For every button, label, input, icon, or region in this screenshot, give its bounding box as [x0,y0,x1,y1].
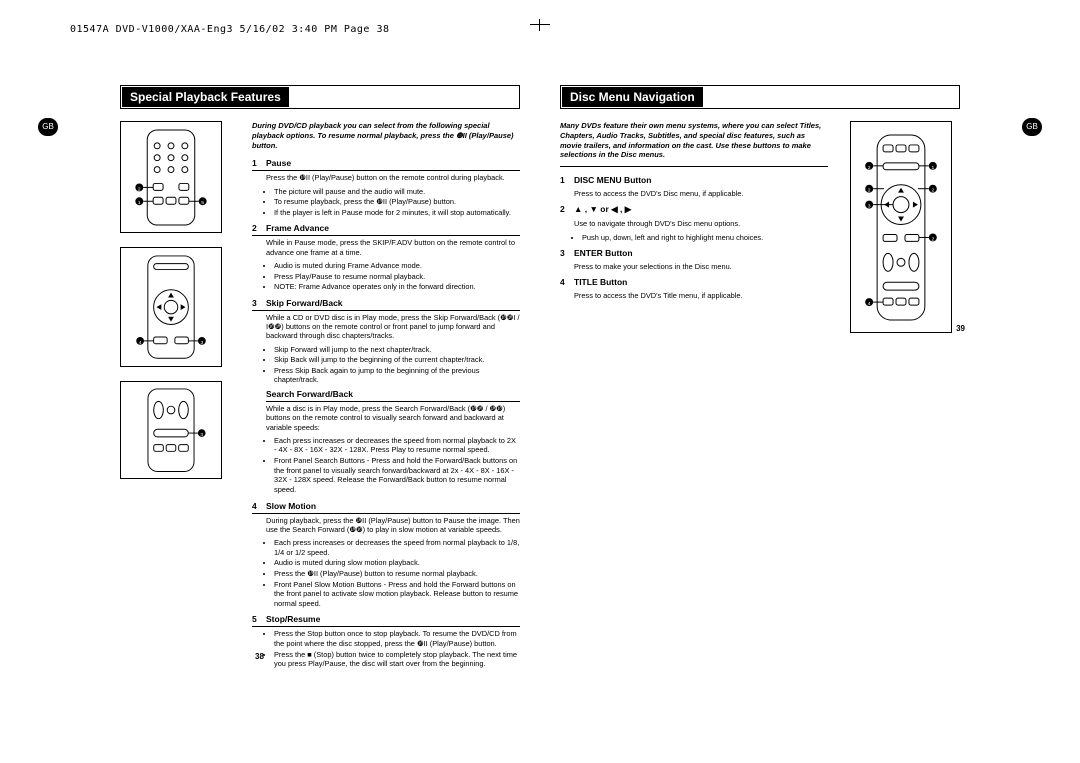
svg-text:2: 2 [868,187,871,193]
bullet: Audio is muted during slow motion playba… [274,558,520,568]
remote-figures-left: 2 1 5 [120,121,240,675]
item-body: While a disc is in Play mode, press the … [266,404,520,432]
bullet: Press the Stop button once to stop playb… [274,629,520,648]
svg-text:1: 1 [138,200,141,206]
section-title-text: Disc Menu Navigation [562,87,703,107]
remote-fig-1: 2 1 5 [120,121,222,233]
svg-text:3: 3 [201,340,204,346]
section-title-text: Special Playback Features [122,87,289,107]
bullet: Skip Forward will jump to the next chapt… [274,345,520,355]
page-left: Special Playback Features 2 1 5 [120,85,520,675]
bullet: Press Skip Back again to jump to the beg… [274,366,520,385]
svg-text:2: 2 [931,236,934,242]
item-body: Press to make your selections in the Dis… [574,262,828,271]
bullet: Front Panel Search Buttons - Press and h… [274,456,520,495]
bullet: Press the ■ (Stop) button twice to compl… [274,650,520,669]
item-num: 2 [252,223,266,233]
section-title-right: Disc Menu Navigation [560,85,960,109]
svg-text:2: 2 [868,164,871,170]
remote-figures-right: 2 1 2 2 3 2 4 [850,121,960,347]
item-title: ▲ , ▼ or ◀ , ▶ [574,204,828,215]
svg-text:1: 1 [931,164,934,170]
item-body: Press the ❿II (Play/Pause) button on the… [266,173,520,182]
item-num: 2 [560,204,574,215]
bullet: To resume playback, press the ❿II (Play/… [274,197,520,207]
item-title: DISC MENU Button [574,175,828,185]
svg-text:5: 5 [201,200,204,206]
bullet-list: Skip Forward will jump to the next chapt… [266,345,520,386]
item-num: 1 [252,158,266,168]
print-header: 01547A DVD-V1000/XAA-Eng3 5/16/02 3:40 P… [70,24,390,35]
svg-text:2: 2 [138,186,141,192]
bullet: Push up, down, left and right to highlig… [582,233,828,243]
item-title: Frame Advance [266,223,520,233]
item-body: Use to navigate through DVD's Disc menu … [574,219,828,228]
bullet: Each press increases or decreases the sp… [274,436,520,455]
intro-right: Many DVDs feature their own menu systems… [560,121,828,167]
bullet-list: Each press increases or decreases the sp… [266,436,520,495]
item-title: ENTER Button [574,248,828,258]
intro-left: During DVD/CD playback you can select fr… [252,121,520,150]
bullet-list: Audio is muted during Frame Advance mode… [266,261,520,292]
item-title: TITLE Button [574,277,828,287]
svg-text:3: 3 [200,432,203,438]
remote-icon: 3 [126,387,216,473]
item-body: While a CD or DVD disc is in Play mode, … [266,313,520,341]
bullet: The picture will pause and the audio wil… [274,187,520,197]
item-body: Press to access the DVD's Disc menu, if … [574,189,828,198]
remote-icon: 4 3 [126,254,216,360]
item-num: 3 [252,298,266,308]
bullet: Audio is muted during Frame Advance mode… [274,261,520,271]
item-num: 4 [560,277,574,287]
bullet: Front Panel Slow Motion Buttons - Press … [274,580,520,609]
remote-icon: 2 1 2 2 3 2 4 [856,133,946,322]
remote-fig-right: 2 1 2 2 3 2 4 [850,121,952,333]
bullet: Press Play/Pause to resume normal playba… [274,272,520,282]
item-num: 3 [560,248,574,258]
bullet-list: Push up, down, left and right to highlig… [574,233,828,243]
bullet-list: The picture will pause and the audio wil… [266,187,520,218]
bullet: Skip Back will jump to the beginning of … [274,355,520,365]
bullet: NOTE: Frame Advance operates only in the… [274,282,520,292]
remote-fig-3: 3 [120,381,222,479]
svg-text:4: 4 [868,301,871,307]
section-title-left: Special Playback Features [120,85,520,109]
item-body: During playback, press the ❿II (Play/Pau… [266,516,520,535]
page-number-left: 38 [255,652,264,661]
page-number-right: 39 [956,324,965,333]
bullet: Each press increases or decreases the sp… [274,538,520,557]
item-body: Press to access the DVD's Title menu, if… [574,291,828,300]
bullet-list: Press the Stop button once to stop playb… [266,629,520,669]
item-num: 1 [560,175,574,185]
remote-icon: 2 1 5 [126,128,216,227]
item-num: 4 [252,501,266,511]
page-right: Disc Menu Navigation Many DVDs feature t… [560,85,960,347]
item-title: Slow Motion [266,501,520,511]
language-tab-right: GB [1022,118,1042,136]
language-tab-left: GB [38,118,58,136]
svg-text:2: 2 [931,187,934,193]
item-title: Skip Forward/Back [266,298,520,308]
svg-text:4: 4 [139,340,142,346]
item-num: 5 [252,614,266,624]
subhead: Search Forward/Back [266,389,520,402]
bullet-list: Each press increases or decreases the sp… [266,538,520,608]
item-title: Pause [266,158,520,168]
bullet: If the player is left in Pause mode for … [274,208,520,218]
bullet: Press the ❿II (Play/Pause) button to res… [274,569,520,579]
svg-text:3: 3 [868,203,871,209]
crop-mark-icon [530,24,550,37]
remote-fig-2: 4 3 [120,247,222,367]
item-body: While in Pause mode, press the SKIP/F.AD… [266,238,520,257]
item-title: Stop/Resume [266,614,520,624]
